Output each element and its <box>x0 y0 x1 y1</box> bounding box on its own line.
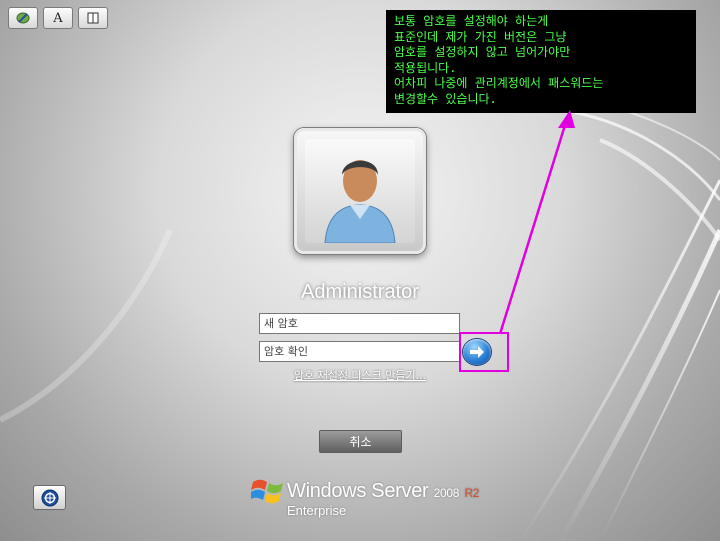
user-name: Administrator <box>301 281 419 303</box>
brand-name: Windows Server <box>287 480 429 502</box>
user-avatar-icon <box>324 160 396 243</box>
brand-version: 2008 <box>433 486 460 500</box>
panel-icon <box>87 12 99 24</box>
windows-logo-icon <box>251 479 283 504</box>
toolbar-font-button[interactable]: A <box>43 7 73 29</box>
annotation-note: 보통 암호를 설정해야 하는게 표준인데 제가 가진 버전은 그냥 암호를 설정… <box>386 10 696 113</box>
cancel-button[interactable]: 취소 <box>319 430 402 453</box>
password-reset-disk-link[interactable]: 암호 재설정 디스크 만들기... <box>260 367 460 383</box>
toolbar-pen-button[interactable] <box>8 7 38 29</box>
windows-server-branding: Windows Server 2008 R2 Enterprise <box>251 474 481 522</box>
pen-icon <box>16 12 30 24</box>
user-tile <box>294 128 426 254</box>
new-password-input[interactable] <box>259 313 460 334</box>
font-icon: A <box>53 10 63 26</box>
ease-of-access-icon <box>41 489 58 506</box>
annotation-highlight-box <box>459 332 509 372</box>
brand-edition: Enterprise <box>287 503 347 518</box>
confirm-password-input[interactable] <box>259 341 460 362</box>
toolbar-panel-button[interactable] <box>78 7 108 29</box>
brand-release: R2 <box>464 486 480 500</box>
ease-of-access-button[interactable] <box>33 485 66 510</box>
